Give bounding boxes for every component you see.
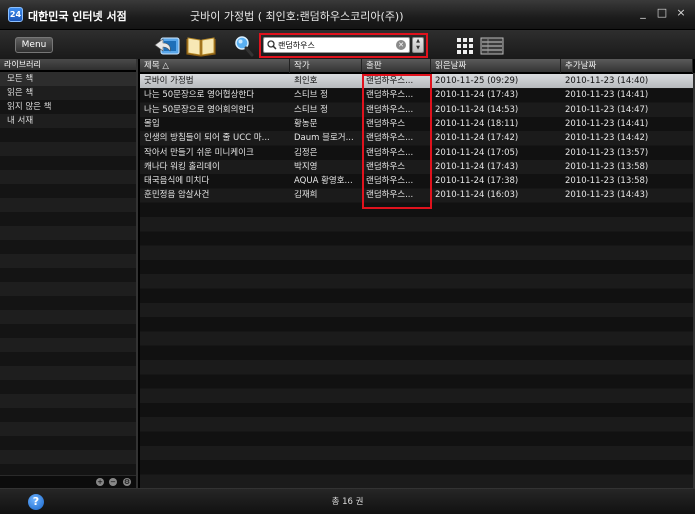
table-header: 제목 △ 작가 출판 읽은날짜 추가날짜	[140, 59, 693, 73]
cell-read-date: 2010-11-24 (17:42)	[435, 133, 519, 144]
cell-read-date: 2010-11-24 (17:43)	[435, 90, 519, 101]
cell-author: 박지영	[294, 161, 318, 172]
sidebar: 라이브러리 모든 책 읽은 책 읽지 않은 책 내 서재 + − ⚙	[0, 59, 138, 488]
window-title: 굿바이 가정법 ( 최인호:랜덤하우스코리아(주))	[190, 10, 404, 23]
publisher-highlight-box	[362, 74, 432, 209]
cell-title: 캐나다 워킹 홀리데이	[144, 161, 220, 172]
cell-read-date: 2010-11-24 (16:03)	[435, 190, 519, 201]
cell-author: 김재희	[294, 190, 318, 201]
cell-author: 최인호	[294, 76, 318, 86]
cell-read-date: 2010-11-24 (17:05)	[435, 147, 519, 158]
cell-author: 황농문	[294, 118, 318, 129]
cell-added-date: 2010-11-23 (14:42)	[565, 133, 649, 144]
app-logo: 24	[8, 7, 23, 22]
sidebar-item-read-books[interactable]: 읽은 책	[0, 86, 136, 100]
sidebar-footer: + − ⚙	[0, 475, 136, 488]
column-header-title[interactable]: 제목 △	[140, 59, 290, 73]
menu-button[interactable]: Menu	[15, 37, 53, 53]
column-header-added-date[interactable]: 추가날짜	[561, 59, 693, 73]
cell-title: 훈민정음 암살사건	[144, 190, 210, 201]
sidebar-item-my-library[interactable]: 내 서재	[0, 114, 136, 128]
cell-read-date: 2010-11-25 (09:29)	[435, 76, 519, 86]
cell-author: 김정은	[294, 147, 318, 158]
column-header-publisher[interactable]: 출판	[362, 59, 431, 73]
cell-added-date: 2010-11-23 (14:41)	[565, 90, 649, 101]
cell-author: 스티브 정	[294, 104, 328, 115]
cell-added-date: 2010-11-23 (14:41)	[565, 118, 649, 129]
sidebar-header: 라이브러리	[0, 59, 136, 71]
cell-title: 인생의 방침들이 되어 줄 UCC 마...	[144, 133, 270, 144]
cell-author: Daum 블로거...	[294, 133, 354, 144]
title-bar: 24 대한민국 인터넷 서점 굿바이 가정법 ( 최인호:랜덤하우스코리아(주)…	[0, 0, 695, 30]
cell-read-date: 2010-11-24 (17:38)	[435, 176, 519, 187]
minimize-button[interactable]: _	[637, 6, 649, 20]
cell-author: AQUA 황영호...	[294, 176, 353, 187]
cell-title: 나는 50문장으로 영어협상한다	[144, 90, 255, 101]
zoom-icon[interactable]	[233, 35, 255, 57]
cell-added-date: 2010-11-23 (14:47)	[565, 104, 649, 115]
remove-icon[interactable]: −	[109, 478, 117, 486]
status-bar: ? 총 16 권	[0, 488, 695, 514]
cell-title: 나는 50문장으로 영어회의한다	[144, 104, 255, 115]
cell-read-date: 2010-11-24 (14:53)	[435, 104, 519, 115]
column-header-author[interactable]: 작가	[290, 59, 362, 73]
maximize-button[interactable]: □	[656, 6, 668, 20]
cell-title: 굿바이 가정법	[144, 76, 194, 86]
list-view-icon[interactable]	[480, 36, 504, 56]
cell-added-date: 2010-11-23 (14:40)	[565, 76, 649, 86]
column-header-read-date[interactable]: 읽은날짜	[431, 59, 561, 73]
cell-added-date: 2010-11-23 (14:43)	[565, 190, 649, 201]
cell-read-date: 2010-11-24 (17:43)	[435, 161, 519, 172]
cell-read-date: 2010-11-24 (18:11)	[435, 118, 519, 129]
settings-icon[interactable]: ⚙	[123, 478, 131, 486]
grid-view-icon[interactable]	[456, 37, 474, 55]
cell-title: 몰입	[144, 118, 160, 129]
app-name: 대한민국 인터넷 서점	[28, 10, 127, 23]
sidebar-item-all-books[interactable]: 모든 책	[0, 72, 136, 86]
total-count: 총 16 권	[331, 497, 364, 507]
search-highlight-box	[259, 33, 428, 58]
sidebar-list: 모든 책 읽은 책 읽지 않은 책 내 서재	[0, 72, 136, 475]
refresh-icon[interactable]	[153, 36, 181, 56]
cell-author: 스티브 정	[294, 90, 328, 101]
book-icon[interactable]	[186, 35, 216, 57]
cell-added-date: 2010-11-23 (13:58)	[565, 176, 649, 187]
window-controls: _ □ ×	[637, 6, 687, 20]
add-icon[interactable]: +	[96, 478, 104, 486]
cell-title: 작아서 만들기 쉬운 미니케이크	[144, 147, 254, 158]
close-button[interactable]: ×	[675, 6, 687, 20]
cell-added-date: 2010-11-23 (13:58)	[565, 161, 649, 172]
cell-title: 태국음식에 미치다	[144, 176, 210, 187]
cell-added-date: 2010-11-23 (13:57)	[565, 147, 649, 158]
sidebar-item-unread-books[interactable]: 읽지 않은 책	[0, 100, 136, 114]
